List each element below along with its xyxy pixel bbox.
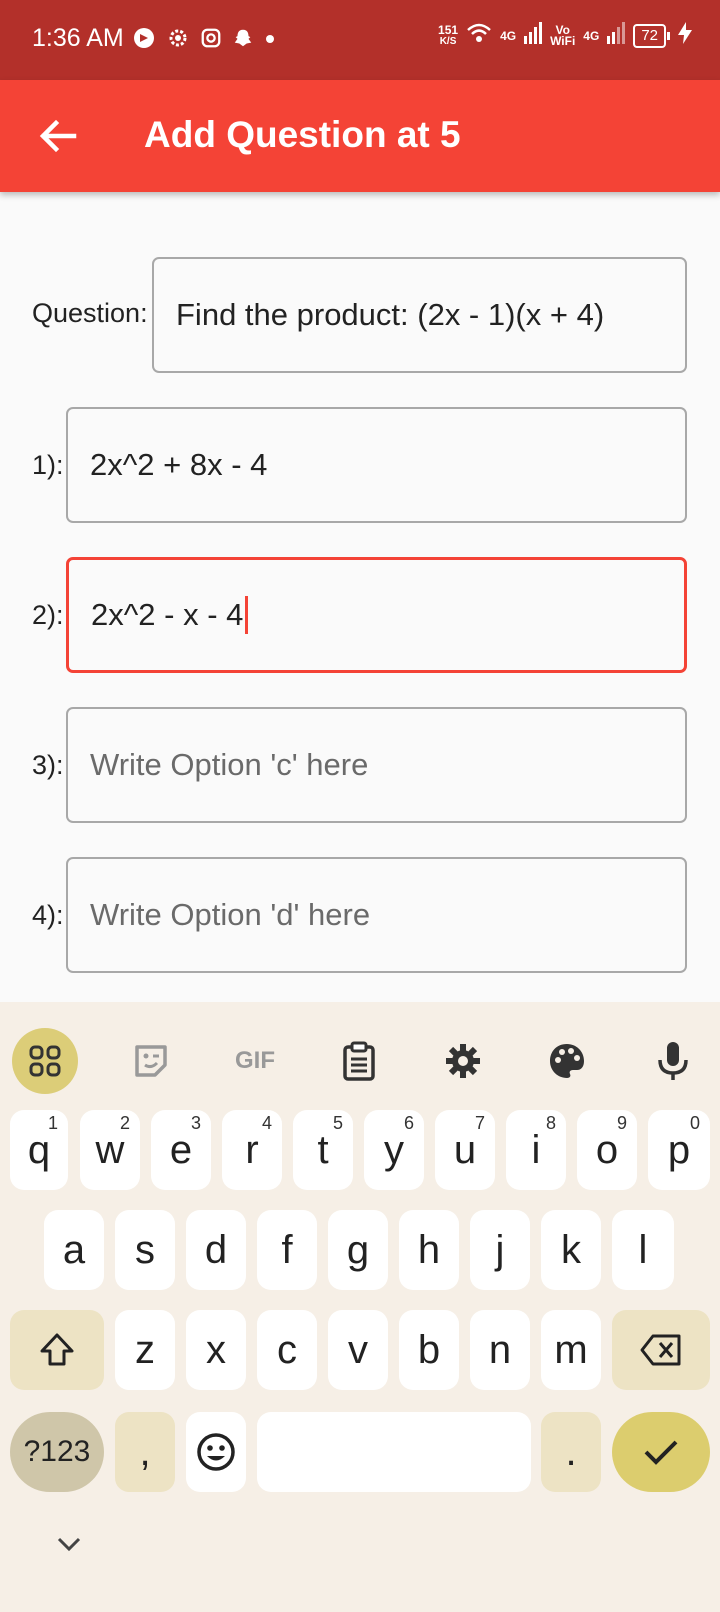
wifi-icon xyxy=(466,22,492,49)
option-3-label: 3): xyxy=(32,750,64,780)
key-c[interactable]: c xyxy=(257,1310,317,1390)
key-l[interactable]: l xyxy=(612,1210,674,1290)
key-y[interactable]: y6 xyxy=(364,1110,424,1190)
text-cursor xyxy=(245,596,249,634)
key-w[interactable]: w2 xyxy=(80,1110,140,1190)
mic-icon[interactable] xyxy=(640,1028,706,1094)
checkmark-icon xyxy=(644,1440,678,1465)
space-key[interactable] xyxy=(257,1412,531,1492)
key-p[interactable]: p0 xyxy=(648,1110,710,1190)
dot-icon xyxy=(264,32,276,50)
key-i[interactable]: i8 xyxy=(506,1110,566,1190)
page-title: Add Question at 5 xyxy=(144,114,461,155)
gif-label: GIF xyxy=(235,1047,275,1074)
key-m[interactable]: m xyxy=(541,1310,601,1390)
shift-icon xyxy=(40,1333,74,1366)
hide-keyboard-button[interactable] xyxy=(54,1534,84,1559)
option-3-field[interactable]: Write Option 'c' here xyxy=(66,707,687,823)
question-label: Question: xyxy=(32,298,148,328)
key-q[interactable]: q1 xyxy=(10,1110,68,1190)
volte-wifi-badge: Vo WiFi xyxy=(550,22,576,48)
arrow-left-icon xyxy=(39,119,77,153)
key-e[interactable]: e3 xyxy=(151,1110,211,1190)
key-r[interactable]: r4 xyxy=(222,1110,282,1190)
gif-button[interactable]: GIF xyxy=(222,1028,288,1094)
key-b[interactable]: b xyxy=(399,1310,459,1390)
backspace-icon xyxy=(640,1334,681,1366)
app-notification-icon xyxy=(132,26,156,55)
key-z[interactable]: z xyxy=(115,1310,175,1390)
option-4-label: 4): xyxy=(32,900,64,930)
apps-icon[interactable] xyxy=(12,1028,78,1094)
keyboard: GIF q1 w2 e3 r4 t5 y6 u7 i8 o9 p0 a s d … xyxy=(0,1002,720,1612)
key-a[interactable]: a xyxy=(44,1210,104,1290)
period-key[interactable]: . xyxy=(541,1412,601,1492)
key-d[interactable]: d xyxy=(186,1210,246,1290)
emoji-icon xyxy=(197,1433,235,1471)
signal-icon-1 xyxy=(524,22,543,49)
option-3-placeholder: Write Option 'c' here xyxy=(90,747,369,782)
enter-key[interactable] xyxy=(612,1412,710,1492)
instagram-icon xyxy=(200,27,222,54)
key-x[interactable]: x xyxy=(186,1310,246,1390)
key-j[interactable]: j xyxy=(470,1210,530,1290)
option-1-text: 2x^2 + 8x - 4 xyxy=(90,447,268,482)
charging-icon xyxy=(678,22,692,49)
option-1-field[interactable]: 2x^2 + 8x - 4 xyxy=(66,407,687,523)
option-4-placeholder: Write Option 'd' here xyxy=(90,897,371,932)
option-1-label: 1): xyxy=(32,450,64,480)
question-text: Find the product: (2x - 1)(x + 4) xyxy=(176,297,605,332)
comma-key[interactable]: , xyxy=(115,1412,175,1492)
key-s[interactable]: s xyxy=(115,1210,175,1290)
symbols-key[interactable]: ?123 xyxy=(10,1412,104,1492)
option-2-text: 2x^2 - x - 4 xyxy=(91,597,244,632)
status-bar: 1:36 AM 151 K/S 4G Vo WiFi 4G 72 xyxy=(0,0,720,80)
battery-indicator: 72 xyxy=(633,23,670,48)
signal-icon-2 xyxy=(607,22,626,49)
key-k[interactable]: k xyxy=(541,1210,601,1290)
option-2-label: 2): xyxy=(32,600,64,630)
question-field[interactable]: Find the product: (2x - 1)(x + 4) xyxy=(152,257,687,373)
app-bar: Add Question at 5 xyxy=(0,80,720,192)
gear-notification-icon xyxy=(166,26,190,55)
settings-icon[interactable] xyxy=(430,1028,496,1094)
option-2-field[interactable]: 2x^2 - x - 4 xyxy=(66,557,687,673)
key-u[interactable]: u7 xyxy=(435,1110,495,1190)
signal-type-1: 4G xyxy=(500,28,517,43)
net-speed: 151 K/S xyxy=(438,22,459,47)
emoji-key[interactable] xyxy=(186,1412,246,1492)
chevron-down-icon xyxy=(57,1537,81,1552)
backspace-key[interactable] xyxy=(612,1310,710,1390)
signal-type-2: 4G xyxy=(583,28,600,43)
clipboard-icon[interactable] xyxy=(326,1028,392,1094)
back-button[interactable] xyxy=(34,112,82,160)
shift-key[interactable] xyxy=(10,1310,104,1390)
key-g[interactable]: g xyxy=(328,1210,388,1290)
key-t[interactable]: t5 xyxy=(293,1110,353,1190)
key-f[interactable]: f xyxy=(257,1210,317,1290)
option-4-field[interactable]: Write Option 'd' here xyxy=(66,857,687,973)
snapchat-icon xyxy=(232,27,254,54)
sticker-icon[interactable] xyxy=(118,1028,184,1094)
key-v[interactable]: v xyxy=(328,1310,388,1390)
key-o[interactable]: o9 xyxy=(577,1110,637,1190)
key-h[interactable]: h xyxy=(399,1210,459,1290)
key-n[interactable]: n xyxy=(470,1310,530,1390)
palette-icon[interactable] xyxy=(534,1028,600,1094)
status-time: 1:36 AM xyxy=(32,24,124,52)
